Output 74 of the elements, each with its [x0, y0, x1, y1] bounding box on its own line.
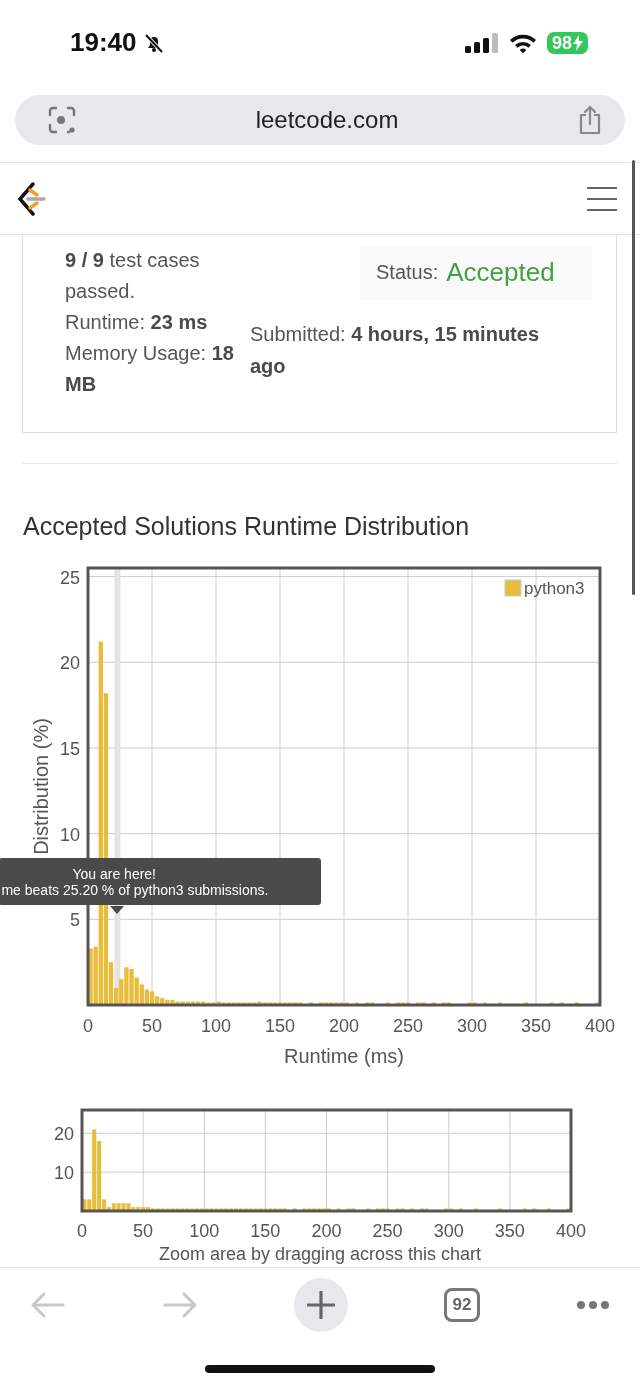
- histogram-bar: [458, 1208, 463, 1211]
- y-tick-label: 10: [59, 824, 80, 845]
- histogram-bar: [385, 1002, 390, 1005]
- tooltip-text: me beats 25.20 % of python3 submissions.: [0, 882, 270, 898]
- url-text: leetcode.com: [255, 106, 399, 134]
- histogram-bar: [410, 1208, 415, 1211]
- histogram-bar: [336, 1208, 341, 1211]
- x-tick-label: 50: [133, 1221, 154, 1241]
- histogram-bar: [354, 1002, 359, 1005]
- histogram-bar: [559, 1002, 564, 1005]
- info-text: Runtime: 23 ms: [65, 310, 209, 335]
- histogram-bar: [574, 1002, 580, 1005]
- x-tick-label: 0: [83, 1016, 93, 1036]
- x-axis-title: Runtime (ms): [284, 1045, 404, 1067]
- x-tick-label: 400: [556, 1221, 586, 1241]
- y-axis-title: Distribution (%): [30, 718, 52, 855]
- menu-icon[interactable]: [586, 185, 618, 212]
- more-icon[interactable]: [576, 1300, 610, 1310]
- y-tick-label: 20: [59, 653, 80, 674]
- clock-time: 19:40: [70, 27, 137, 58]
- plus-icon: [307, 1291, 335, 1319]
- x-tick-label: 150: [250, 1221, 281, 1241]
- y-tick-label: 10: [53, 1163, 74, 1184]
- hint-text: Zoom area by dragging across this chart: [157, 1243, 483, 1265]
- histogram-bar: [498, 1208, 503, 1211]
- histogram-bar: [473, 1208, 478, 1211]
- histogram-bar: [498, 1002, 503, 1005]
- x-tick-label: 350: [494, 1221, 525, 1241]
- histogram-bar: [522, 1208, 527, 1211]
- wifi-icon: [508, 32, 537, 53]
- tab-count-button[interactable]: 92: [444, 1288, 480, 1322]
- histogram-bar: [546, 1208, 552, 1211]
- histogram-bar: [292, 1208, 297, 1211]
- y-tick-label: 20: [53, 1124, 74, 1145]
- legend-label: python3: [524, 579, 585, 598]
- status-label: Status:: [376, 261, 439, 284]
- x-tick-label: 0: [77, 1221, 87, 1241]
- section-title: Accepted Solutions Runtime Distribution: [23, 511, 471, 541]
- histogram-bar: [431, 1002, 436, 1005]
- x-tick-label: 200: [329, 1016, 359, 1036]
- x-tick-label: 250: [393, 1016, 423, 1036]
- logo-icon[interactable]: [16, 181, 46, 216]
- histogram-bar: [532, 1208, 537, 1211]
- x-tick-label: 300: [433, 1221, 464, 1241]
- histogram-bar: [595, 1002, 600, 1005]
- x-tick-label: 150: [265, 1016, 295, 1036]
- signal-icon: [464, 32, 499, 53]
- y-tick-label: 15: [59, 738, 80, 759]
- x-tick-label: 400: [585, 1016, 615, 1036]
- x-tick-label: 350: [521, 1016, 551, 1036]
- histogram-bar: [366, 1208, 371, 1211]
- x-tick-label: 100: [201, 1016, 231, 1036]
- x-tick-label: 300: [457, 1016, 487, 1036]
- x-tick-label: 50: [142, 1016, 162, 1036]
- tooltip-title: You are here!: [71, 866, 157, 882]
- status-value: Accepted: [446, 257, 555, 288]
- histogram-bar: [566, 1208, 571, 1211]
- x-tick-label: 250: [372, 1221, 403, 1241]
- info-text: 9 / 9 test cases passed.: [65, 248, 201, 304]
- histogram-bar: [482, 1002, 487, 1005]
- address-bar[interactable]: leetcode.com: [15, 95, 625, 145]
- submitted-text: Submitted: 4 hours, 15 minutes ago: [250, 322, 540, 379]
- histogram-bar: [523, 1002, 528, 1005]
- info-text: Memory Usage: 18 MB: [65, 341, 235, 397]
- histogram-bar: [308, 1002, 313, 1005]
- y-tick-label: 5: [70, 910, 80, 931]
- share-icon[interactable]: [577, 105, 603, 135]
- battery-percent: 98: [551, 32, 572, 53]
- x-tick-label: 200: [311, 1221, 342, 1241]
- camera-scan-icon[interactable]: [47, 105, 77, 135]
- y-tick-label: 25: [59, 567, 80, 588]
- new-tab-button[interactable]: [294, 1278, 348, 1332]
- x-tick-label: 100: [189, 1221, 220, 1241]
- histogram-bar: [549, 1002, 554, 1005]
